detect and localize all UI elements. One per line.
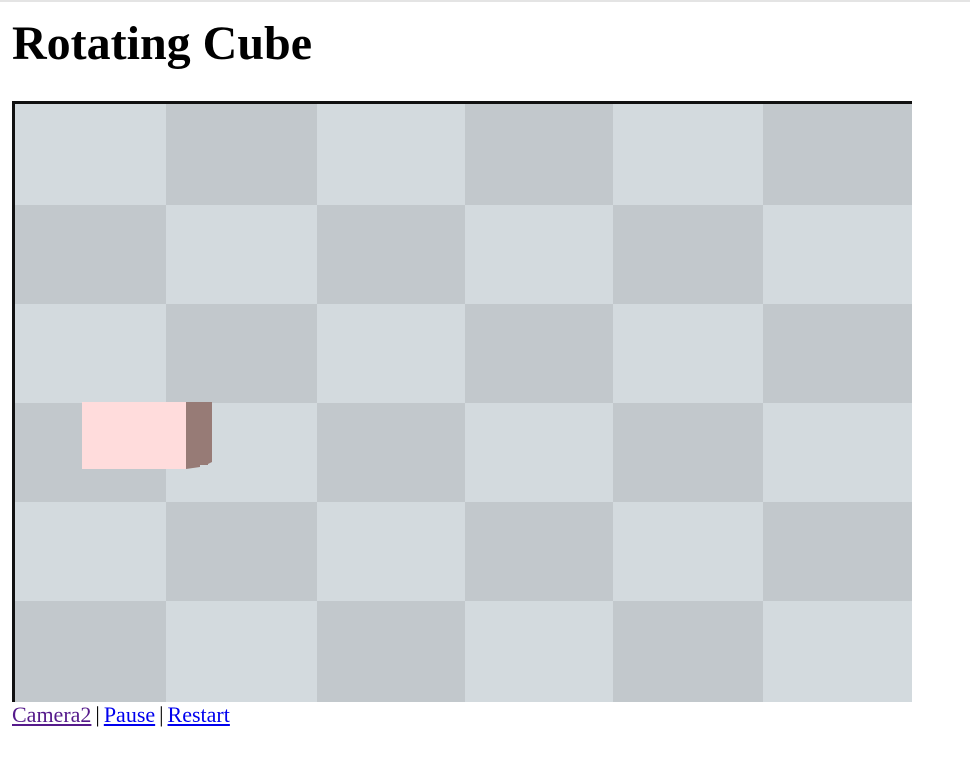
cube-front-face [82,402,186,469]
canvas-top-border [12,101,912,104]
canvas-left-border [12,101,15,702]
top-rule [0,0,970,2]
controls-bar: Camera2 | Pause | Restart [12,702,230,728]
camera2-link[interactable]: Camera2 [12,702,91,727]
cube [82,402,212,469]
separator: | [95,702,100,727]
separator: | [159,702,164,727]
page-title: Rotating Cube [12,17,313,70]
floor-texture [12,101,912,702]
restart-link[interactable]: Restart [168,702,230,727]
scene-svg [12,101,912,702]
pause-link[interactable]: Pause [104,702,155,727]
scene-canvas[interactable] [12,101,912,702]
cube-side-face [186,402,212,469]
